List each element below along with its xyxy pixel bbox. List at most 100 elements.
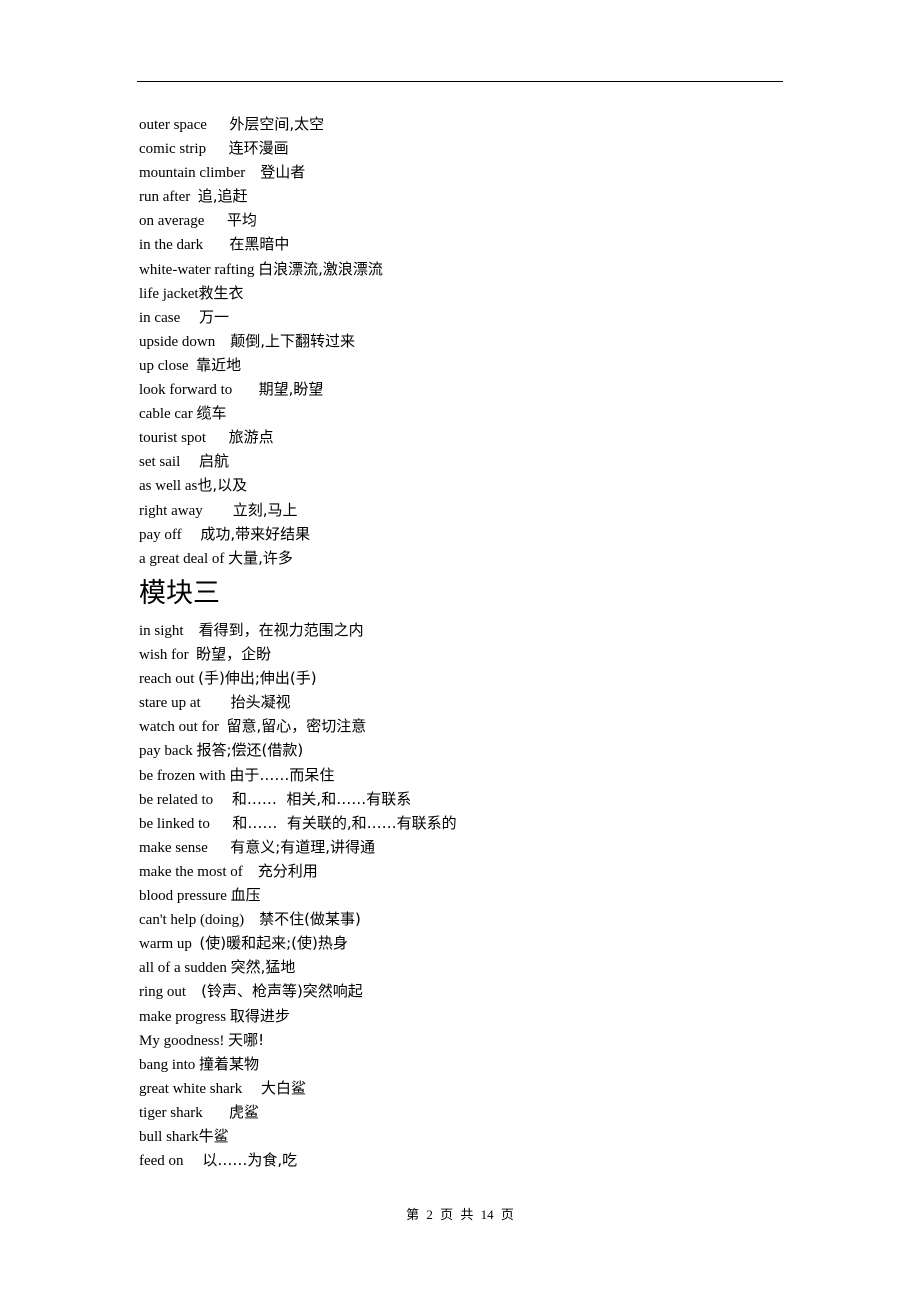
chinese-definition: 血压 — [230, 886, 261, 905]
term-spacing — [184, 1153, 203, 1169]
vocab-entry: in case 万一 — [139, 305, 779, 329]
vocab-entry: right away 立刻,马上 — [139, 498, 779, 522]
chinese-definition: 报答;偿还(借款) — [196, 741, 304, 760]
term-spacing — [203, 237, 229, 253]
term-spacing — [206, 430, 229, 446]
chinese-definition: 突然,猛地 — [230, 958, 296, 977]
vocab-entry: run after 追,追赶 — [139, 184, 779, 208]
english-term: tourist spot — [139, 430, 207, 447]
vocab-list-section-b: in sight 看得到，在视力范围之内 wish for 盼望，企盼 reach … — [139, 618, 779, 1172]
vocab-entry: stare up at 抬头凝视 — [139, 690, 779, 714]
chinese-definition: 在黑暗中 — [229, 235, 290, 254]
english-term: all of a sudden — [139, 960, 227, 977]
chinese-definition: 有意义;有道理,讲得通 — [230, 837, 376, 856]
english-term: a great deal of — [139, 550, 225, 567]
chinese-definition: 平均 — [226, 211, 257, 230]
chinese-definition: 登山者 — [260, 163, 306, 182]
vocab-entry: feed on 以……为食,吃 — [139, 1148, 779, 1172]
term-spacing — [207, 117, 230, 133]
vocab-entry: a great deal of 大量,许多 — [139, 546, 779, 570]
english-term: feed on — [139, 1153, 184, 1170]
english-term: pay back — [139, 743, 193, 760]
term-spacing — [208, 840, 231, 856]
vocab-entry: up close 靠近地 — [139, 353, 779, 377]
chinese-definition: 救生衣 — [198, 283, 244, 302]
chinese-definition: 看得到，在视力范围之内 — [198, 621, 364, 639]
vocab-entry: look forward to 期望,盼望 — [139, 377, 779, 401]
vocab-entry: outer space 外层空间,太空 — [139, 112, 779, 136]
vocab-entry: be related to 和…… 相关,和……有联系 — [139, 787, 779, 811]
english-term: in case — [139, 309, 181, 326]
chinese-definition: 立刻,马上 — [232, 500, 298, 519]
english-term: make progress — [139, 1008, 227, 1025]
chinese-definition: 盼望，企盼 — [196, 645, 272, 664]
english-term: reach out — [139, 671, 195, 688]
english-term: warm up — [139, 936, 192, 953]
english-term: can't help (doing) — [139, 912, 245, 929]
chinese-definition: 抬头凝视 — [230, 693, 291, 712]
term-spacing — [206, 141, 229, 157]
chinese-definition: 靠近地 — [196, 355, 242, 374]
english-term: in sight — [139, 623, 184, 639]
english-term: run after — [139, 189, 191, 206]
english-term: life jacket — [139, 285, 199, 302]
chinese-definition: 外层空间,太空 — [229, 115, 325, 133]
term-spacing — [203, 503, 233, 519]
english-term: look forward to — [139, 382, 233, 399]
chinese-definition: 万一 — [198, 307, 229, 326]
english-term: be frozen with — [139, 767, 226, 784]
chinese-definition: 成功,带来好结果 — [200, 524, 311, 543]
vocab-entry: ring out (铃声、枪声等)突然响起 — [139, 979, 779, 1003]
vocab-entry: wish for 盼望，企盼 — [139, 642, 779, 666]
term-spacing — [180, 310, 199, 326]
term-spacing — [201, 695, 231, 711]
english-term: mountain climber — [139, 165, 246, 182]
chinese-definition: 旅游点 — [228, 428, 274, 447]
english-term: blood pressure — [139, 888, 227, 905]
english-term: upside down — [139, 333, 216, 350]
chinese-definition: 追,追赶 — [197, 187, 248, 206]
term-spacing — [242, 1081, 261, 1097]
section-title: 模块三 — [139, 578, 220, 609]
vocab-entry: life jacket救生衣 — [139, 281, 779, 305]
english-term: white-water rafting — [139, 261, 255, 278]
chinese-definition: 留意,留心，密切注意 — [226, 717, 367, 736]
vocab-entry: be linked to 和…… 有关联的,和……有联系的 — [139, 811, 779, 835]
english-term: stare up at — [139, 695, 201, 712]
vocab-entry: be frozen with 由于……而呆住 — [139, 763, 779, 787]
vocab-entry: bull shark牛鲨 — [139, 1124, 779, 1148]
term-spacing — [243, 864, 258, 880]
english-term: My goodness! — [139, 1032, 225, 1049]
vocab-entry: in sight 看得到，在视力范围之内 — [139, 618, 779, 642]
chinese-definition: 大量,许多 — [228, 548, 293, 567]
chinese-definition: 由于……而呆住 — [229, 765, 335, 784]
chinese-definition: 缆车 — [196, 404, 227, 423]
vocab-entry: on average 平均 — [139, 208, 779, 232]
english-term: set sail — [139, 454, 181, 471]
vocab-entry: white-water rafting 白浪漂流,激浪漂流 — [139, 257, 779, 281]
chinese-definition: 牛鲨 — [198, 1126, 229, 1145]
term-spacing — [204, 213, 227, 229]
vocab-entry: mountain climber 登山者 — [139, 160, 779, 184]
chinese-definition: 撞着某物 — [199, 1054, 260, 1073]
english-term: bull shark — [139, 1128, 199, 1145]
english-term: outer space — [139, 117, 207, 133]
vocab-entry: upside down 颠倒,上下翻转过来 — [139, 329, 779, 353]
vocab-entry: bang into 撞着某物 — [139, 1052, 779, 1076]
vocab-entry: in the dark 在黑暗中 — [139, 232, 779, 256]
chinese-definition: 天哪! — [228, 1030, 265, 1049]
chinese-definition: 大白鲨 — [261, 1078, 307, 1097]
term-spacing — [186, 984, 201, 1000]
term-spacing — [245, 165, 260, 181]
header-rule — [137, 81, 783, 82]
chinese-definition: 期望,盼望 — [258, 380, 324, 399]
vocab-list-section-a: outer space 外层空间,太空 comic strip 连环漫画 mount… — [139, 112, 779, 570]
vocab-entry: tourist spot 旅游点 — [139, 425, 779, 449]
english-term: as well as — [139, 478, 198, 495]
vocab-entry: pay off 成功,带来好结果 — [139, 522, 779, 546]
english-term: right away — [139, 502, 203, 519]
vocab-entry: cable car 缆车 — [139, 401, 779, 425]
term-spacing — [210, 816, 233, 832]
english-term: watch out for — [139, 719, 219, 736]
term-spacing — [215, 334, 230, 350]
